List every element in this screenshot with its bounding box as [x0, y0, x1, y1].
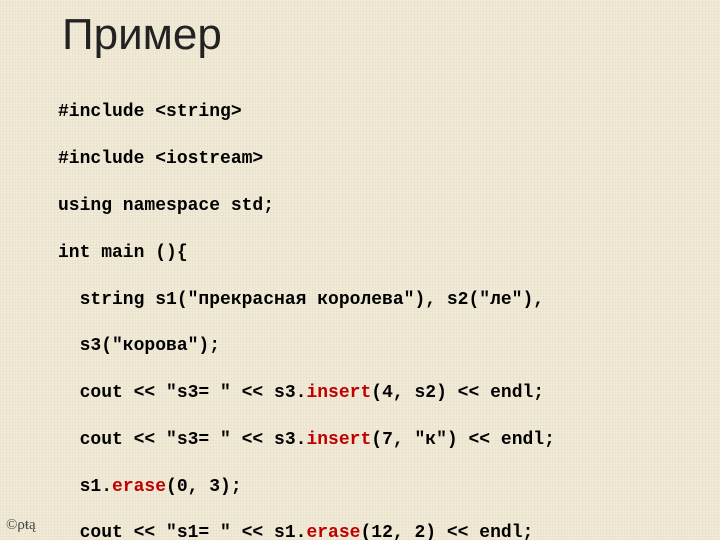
- code-block: #include <string> #include <iostream> us…: [58, 78, 680, 540]
- code-line: s1.erase(0, 3);: [58, 476, 680, 499]
- code-line: string s1("прекрасная королева"), s2("ле…: [58, 289, 680, 312]
- code-line: #include <iostream>: [58, 148, 680, 171]
- slide-title: Пример: [62, 10, 222, 60]
- code-line: cout << "s3= " << s3.insert(4, s2) << en…: [58, 382, 680, 405]
- code-line: cout << "s1= " << s1.erase(12, 2) << end…: [58, 522, 680, 540]
- method-insert: insert: [306, 383, 371, 403]
- code-line: cout << "s3= " << s3.insert(7, "к") << e…: [58, 429, 680, 452]
- code-line: #include <string>: [58, 101, 680, 124]
- code-line: s3("корова");: [58, 335, 680, 358]
- method-erase: erase: [306, 523, 360, 540]
- code-line: int main (){: [58, 242, 680, 265]
- method-erase: erase: [112, 477, 166, 497]
- code-line: using namespace std;: [58, 195, 680, 218]
- method-insert: insert: [306, 430, 371, 450]
- copyright-text: ©ρŧą: [6, 517, 36, 534]
